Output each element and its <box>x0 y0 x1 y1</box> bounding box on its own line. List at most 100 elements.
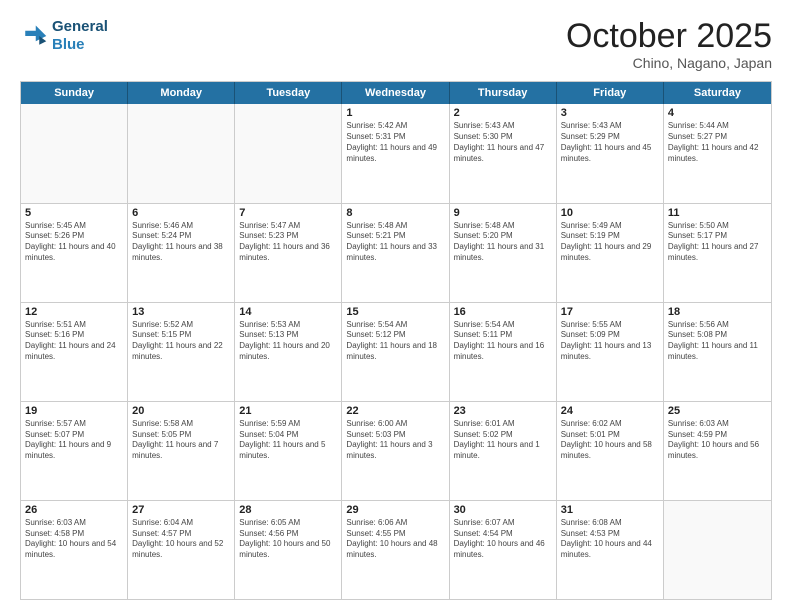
calendar-cell: 31 Sunrise: 6:08 AM Sunset: 4:53 PM Dayli… <box>557 501 664 599</box>
calendar-cell: 23 Sunrise: 6:01 AM Sunset: 5:02 PM Dayli… <box>450 402 557 500</box>
cell-info: Sunrise: 6:05 AM Sunset: 4:56 PM Dayligh… <box>239 518 337 561</box>
day-number: 5 <box>25 207 123 219</box>
calendar-header: SundayMondayTuesdayWednesdayThursdayFrid… <box>21 82 771 104</box>
cell-info: Sunrise: 5:48 AM Sunset: 5:20 PM Dayligh… <box>454 221 552 264</box>
cell-info: Sunrise: 5:57 AM Sunset: 5:07 PM Dayligh… <box>25 419 123 462</box>
day-number: 12 <box>25 306 123 318</box>
cell-info: Sunrise: 5:47 AM Sunset: 5:23 PM Dayligh… <box>239 221 337 264</box>
calendar-cell: 4 Sunrise: 5:44 AM Sunset: 5:27 PM Daylig… <box>664 104 771 202</box>
calendar-body: 1 Sunrise: 5:42 AM Sunset: 5:31 PM Daylig… <box>21 104 771 599</box>
calendar-cell: 17 Sunrise: 5:55 AM Sunset: 5:09 PM Dayli… <box>557 303 664 401</box>
cell-info: Sunrise: 6:03 AM Sunset: 4:58 PM Dayligh… <box>25 518 123 561</box>
cell-info: Sunrise: 6:00 AM Sunset: 5:03 PM Dayligh… <box>346 419 444 462</box>
calendar-cell: 14 Sunrise: 5:53 AM Sunset: 5:13 PM Dayli… <box>235 303 342 401</box>
location-title: Chino, Nagano, Japan <box>566 55 772 71</box>
cell-info: Sunrise: 5:56 AM Sunset: 5:08 PM Dayligh… <box>668 320 767 363</box>
day-number: 18 <box>668 306 767 318</box>
cell-info: Sunrise: 6:02 AM Sunset: 5:01 PM Dayligh… <box>561 419 659 462</box>
calendar-cell: 30Sunrise: 6:07 AM Sunset: 4:54 PM Dayli… <box>450 501 557 599</box>
calendar-cell: 27Sunrise: 6:04 AM Sunset: 4:57 PM Dayli… <box>128 501 235 599</box>
title-block: October 2025 Chino, Nagano, Japan <box>566 18 772 71</box>
cell-info: Sunrise: 5:42 AM Sunset: 5:31 PM Dayligh… <box>346 121 444 164</box>
page: General Blue October 2025 Chino, Nagano,… <box>0 0 792 612</box>
cell-info: Sunrise: 5:43 AM Sunset: 5:30 PM Dayligh… <box>454 121 552 164</box>
cell-info: Sunrise: 5:55 AM Sunset: 5:09 PM Dayligh… <box>561 320 659 363</box>
cell-info: Sunrise: 5:59 AM Sunset: 5:04 PM Dayligh… <box>239 419 337 462</box>
cell-info: Sunrise: 6:07 AM Sunset: 4:54 PM Dayligh… <box>454 518 552 561</box>
calendar-cell: 22 Sunrise: 6:00 AM Sunset: 5:03 PM Dayli… <box>342 402 449 500</box>
calendar-cell: 11 Sunrise: 5:50 AM Sunset: 5:17 PM Dayli… <box>664 204 771 302</box>
day-number: 15 <box>346 306 444 318</box>
calendar: SundayMondayTuesdayWednesdayThursdayFrid… <box>20 81 772 600</box>
calendar-cell: 5 Sunrise: 5:45 AM Sunset: 5:26 PM Daylig… <box>21 204 128 302</box>
calendar-cell: 2 Sunrise: 5:43 AM Sunset: 5:30 PM Daylig… <box>450 104 557 202</box>
header-day-tuesday: Tuesday <box>235 82 342 104</box>
day-number: 2 <box>454 107 552 119</box>
day-number: 10 <box>561 207 659 219</box>
calendar-cell: 19Sunrise: 5:57 AM Sunset: 5:07 PM Dayli… <box>21 402 128 500</box>
day-number: 29 <box>346 504 444 516</box>
logo-icon <box>20 22 48 50</box>
calendar-cell: 16 Sunrise: 5:54 AM Sunset: 5:11 PM Dayli… <box>450 303 557 401</box>
day-number: 14 <box>239 306 337 318</box>
day-number: 28 <box>239 504 337 516</box>
calendar-cell: 24 Sunrise: 6:02 AM Sunset: 5:01 PM Dayli… <box>557 402 664 500</box>
cell-info: Sunrise: 5:53 AM Sunset: 5:13 PM Dayligh… <box>239 320 337 363</box>
calendar-cell: 26 Sunrise: 6:03 AM Sunset: 4:58 PM Dayli… <box>21 501 128 599</box>
header-day-thursday: Thursday <box>450 82 557 104</box>
cell-info: Sunrise: 5:44 AM Sunset: 5:27 PM Dayligh… <box>668 121 767 164</box>
day-number: 17 <box>561 306 659 318</box>
day-number: 21 <box>239 405 337 417</box>
calendar-cell: 6Sunrise: 5:46 AM Sunset: 5:24 PM Daylig… <box>128 204 235 302</box>
day-number: 11 <box>668 207 767 219</box>
cell-info: Sunrise: 6:03 AM Sunset: 4:59 PM Dayligh… <box>668 419 767 462</box>
day-number: 24 <box>561 405 659 417</box>
calendar-cell <box>128 104 235 202</box>
calendar-row-3: 19Sunrise: 5:57 AM Sunset: 5:07 PM Dayli… <box>21 402 771 501</box>
day-number: 7 <box>239 207 337 219</box>
cell-info: Sunrise: 5:46 AM Sunset: 5:24 PM Dayligh… <box>132 221 230 264</box>
header-day-friday: Friday <box>557 82 664 104</box>
day-number: 20 <box>132 405 230 417</box>
calendar-row-0: 1 Sunrise: 5:42 AM Sunset: 5:31 PM Daylig… <box>21 104 771 203</box>
cell-info: Sunrise: 5:50 AM Sunset: 5:17 PM Dayligh… <box>668 221 767 264</box>
calendar-cell <box>21 104 128 202</box>
day-number: 9 <box>454 207 552 219</box>
calendar-cell: 28 Sunrise: 6:05 AM Sunset: 4:56 PM Dayli… <box>235 501 342 599</box>
calendar-cell: 1 Sunrise: 5:42 AM Sunset: 5:31 PM Daylig… <box>342 104 449 202</box>
logo: General Blue <box>20 18 108 54</box>
day-number: 8 <box>346 207 444 219</box>
calendar-cell: 21 Sunrise: 5:59 AM Sunset: 5:04 PM Dayli… <box>235 402 342 500</box>
day-number: 25 <box>668 405 767 417</box>
cell-info: Sunrise: 5:45 AM Sunset: 5:26 PM Dayligh… <box>25 221 123 264</box>
cell-info: Sunrise: 6:08 AM Sunset: 4:53 PM Dayligh… <box>561 518 659 561</box>
day-number: 23 <box>454 405 552 417</box>
cell-info: Sunrise: 5:58 AM Sunset: 5:05 PM Dayligh… <box>132 419 230 462</box>
calendar-cell: 18 Sunrise: 5:56 AM Sunset: 5:08 PM Dayli… <box>664 303 771 401</box>
day-number: 16 <box>454 306 552 318</box>
month-title: October 2025 <box>566 18 772 55</box>
cell-info: Sunrise: 5:54 AM Sunset: 5:11 PM Dayligh… <box>454 320 552 363</box>
header-day-sunday: Sunday <box>21 82 128 104</box>
logo-text: General Blue <box>52 18 108 54</box>
calendar-cell: 9 Sunrise: 5:48 AM Sunset: 5:20 PM Daylig… <box>450 204 557 302</box>
day-number: 3 <box>561 107 659 119</box>
calendar-cell <box>664 501 771 599</box>
day-number: 31 <box>561 504 659 516</box>
calendar-cell: 15Sunrise: 5:54 AM Sunset: 5:12 PM Dayli… <box>342 303 449 401</box>
calendar-cell: 29Sunrise: 6:06 AM Sunset: 4:55 PM Dayli… <box>342 501 449 599</box>
day-number: 26 <box>25 504 123 516</box>
calendar-cell: 20 Sunrise: 5:58 AM Sunset: 5:05 PM Dayli… <box>128 402 235 500</box>
calendar-cell: 8Sunrise: 5:48 AM Sunset: 5:21 PM Daylig… <box>342 204 449 302</box>
calendar-cell: 3Sunrise: 5:43 AM Sunset: 5:29 PM Daylig… <box>557 104 664 202</box>
calendar-row-4: 26 Sunrise: 6:03 AM Sunset: 4:58 PM Dayli… <box>21 501 771 599</box>
header-day-saturday: Saturday <box>664 82 771 104</box>
day-number: 22 <box>346 405 444 417</box>
header-day-monday: Monday <box>128 82 235 104</box>
calendar-cell <box>235 104 342 202</box>
header: General Blue October 2025 Chino, Nagano,… <box>20 18 772 71</box>
cell-info: Sunrise: 6:01 AM Sunset: 5:02 PM Dayligh… <box>454 419 552 462</box>
calendar-cell: 12Sunrise: 5:51 AM Sunset: 5:16 PM Dayli… <box>21 303 128 401</box>
day-number: 1 <box>346 107 444 119</box>
day-number: 4 <box>668 107 767 119</box>
